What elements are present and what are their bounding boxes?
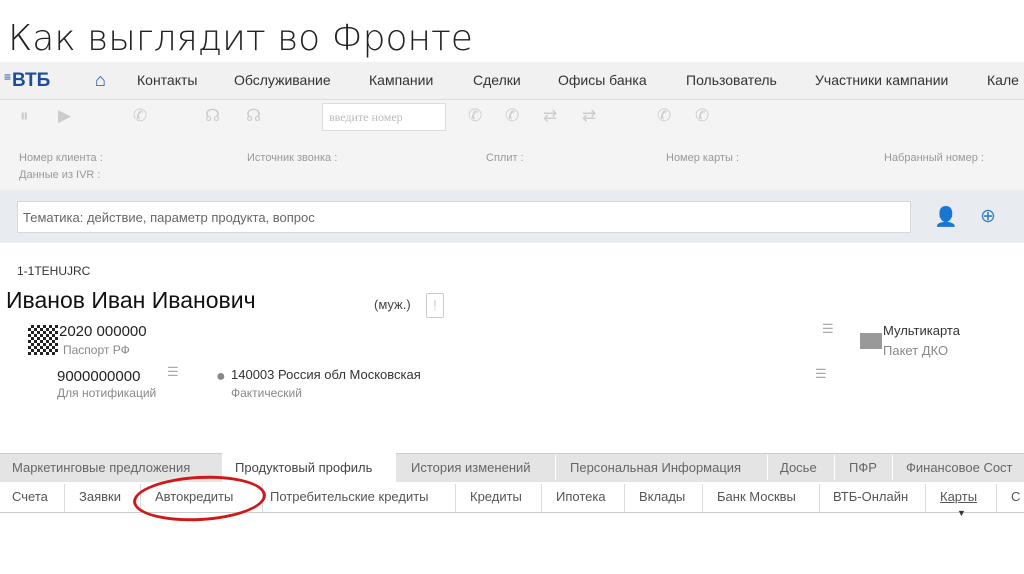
package-name: Пакет ДКО	[883, 343, 949, 358]
subtab-divider	[925, 484, 926, 512]
nav-offices[interactable]: Офисы банка	[558, 72, 647, 88]
subtab-more[interactable]: С	[1011, 489, 1020, 504]
tab-divider	[834, 455, 835, 480]
conference-icon[interactable]: ⇄	[543, 106, 557, 126]
home-icon[interactable]: ⌂	[95, 70, 106, 91]
tab-pfr[interactable]: ПФР	[849, 453, 877, 482]
play-icon[interactable]: ▶	[58, 106, 71, 126]
slide-title: Как выглядит во Фронте	[8, 18, 473, 59]
subtab-divider	[541, 484, 542, 512]
client-gender: (муж.)	[374, 297, 411, 312]
subtab-divider	[702, 484, 703, 512]
subtab-deposits[interactable]: Вклады	[639, 489, 685, 504]
tab-divider	[555, 455, 556, 480]
card-number-label: Номер карты :	[666, 152, 740, 164]
address: 140003 Россия обл Московская	[231, 367, 421, 382]
phone-number: 9000000000	[57, 368, 141, 385]
subtab-divider	[455, 484, 456, 512]
nav-contacts[interactable]: Контакты	[137, 72, 197, 88]
qr-code-icon[interactable]	[28, 325, 58, 355]
subtab-applications[interactable]: Заявки	[79, 489, 121, 504]
nav-calendar[interactable]: Кале	[987, 72, 1019, 88]
subtab-accounts[interactable]: Счета	[12, 489, 48, 504]
alert-icon[interactable]: !	[426, 293, 444, 318]
subtab-consumer-loans[interactable]: Потребительские кредиты	[270, 489, 429, 504]
subtab-cards[interactable]: Карты	[940, 489, 977, 504]
location-pin-icon: ●	[216, 368, 226, 385]
nav-user[interactable]: Пользователь	[686, 72, 777, 88]
subtab-mortgage[interactable]: Ипотека	[556, 489, 606, 504]
subtab-divider	[819, 484, 820, 512]
topic-search-input[interactable]: Тематика: действие, параметр продукта, в…	[17, 201, 911, 233]
phone-list-icon[interactable]: ☰	[167, 364, 179, 380]
client-name: Иванов Иван Иванович	[6, 287, 256, 313]
split-label: Сплит :	[486, 152, 524, 164]
tab-marketing-offers[interactable]: Маркетинговые предложения	[12, 453, 190, 482]
tab-divider	[892, 455, 893, 480]
tab-dossier[interactable]: Досье	[780, 453, 817, 482]
tab-change-history[interactable]: История изменений	[411, 453, 531, 482]
client-number-label: Номер клиента :	[19, 152, 103, 164]
alarm-add-icon[interactable]: ⊕	[980, 205, 996, 228]
tab-personal-info[interactable]: Персональная Информация	[570, 453, 741, 482]
tab-financial-state[interactable]: Финансовое Сост	[906, 453, 1013, 482]
subtab-vtb-online[interactable]: ВТБ-Онлайн	[833, 489, 908, 504]
nav-deals[interactable]: Сделки	[473, 72, 521, 88]
subtab-divider	[64, 484, 65, 512]
call-source-label: Источник звонка :	[247, 152, 338, 164]
document-type: Паспорт РФ	[63, 343, 130, 357]
subtab-bank-of-moscow[interactable]: Банк Москвы	[717, 489, 796, 504]
vtb-logo[interactable]: ВТБ	[4, 70, 50, 92]
subtab-divider	[996, 484, 997, 512]
tab-divider	[767, 455, 768, 480]
address-list-icon[interactable]: ☰	[815, 366, 827, 382]
phone-number-input[interactable]: введите номер	[322, 103, 446, 131]
speaker-user-icon[interactable]: ☊	[205, 106, 220, 126]
incoming-call-icon[interactable]: ✆	[133, 106, 147, 126]
product-name: Мультикарта	[883, 323, 960, 338]
document-list-icon[interactable]: ☰	[822, 321, 834, 337]
user-search-icon[interactable]: 👤	[934, 205, 958, 229]
active-subtab-indicator-icon: ▼	[957, 508, 966, 518]
subtab-loans[interactable]: Кредиты	[470, 489, 522, 504]
speaker-group-icon[interactable]: ☊	[246, 106, 261, 126]
ivr-label: Данные из IVR :	[19, 169, 101, 181]
address-type: Фактический	[231, 386, 302, 400]
tab-product-profile[interactable]: Продуктовый профиль	[222, 453, 396, 482]
nav-service[interactable]: Обслуживание	[234, 72, 331, 88]
nav-campaign-participants[interactable]: Участники кампании	[815, 72, 948, 88]
conference-transfer-icon[interactable]: ⇄	[582, 106, 596, 126]
package-icon	[860, 333, 882, 349]
dialed-number-label: Набранный номер :	[884, 152, 984, 164]
pause-icon[interactable]: ⏸	[20, 106, 29, 126]
client-id: 1-1TEHUJRC	[17, 264, 91, 278]
phone-type: Для нотификаций	[57, 386, 157, 400]
nav-campaigns[interactable]: Кампании	[369, 72, 433, 88]
document-number: 2020 000000	[59, 323, 147, 340]
transfer-call-icon[interactable]: ✆	[468, 106, 482, 126]
hold-call-icon[interactable]: ✆	[657, 106, 671, 126]
forward-call-icon[interactable]: ✆	[505, 106, 519, 126]
subtab-divider	[624, 484, 625, 512]
resume-call-icon[interactable]: ✆	[695, 106, 709, 126]
